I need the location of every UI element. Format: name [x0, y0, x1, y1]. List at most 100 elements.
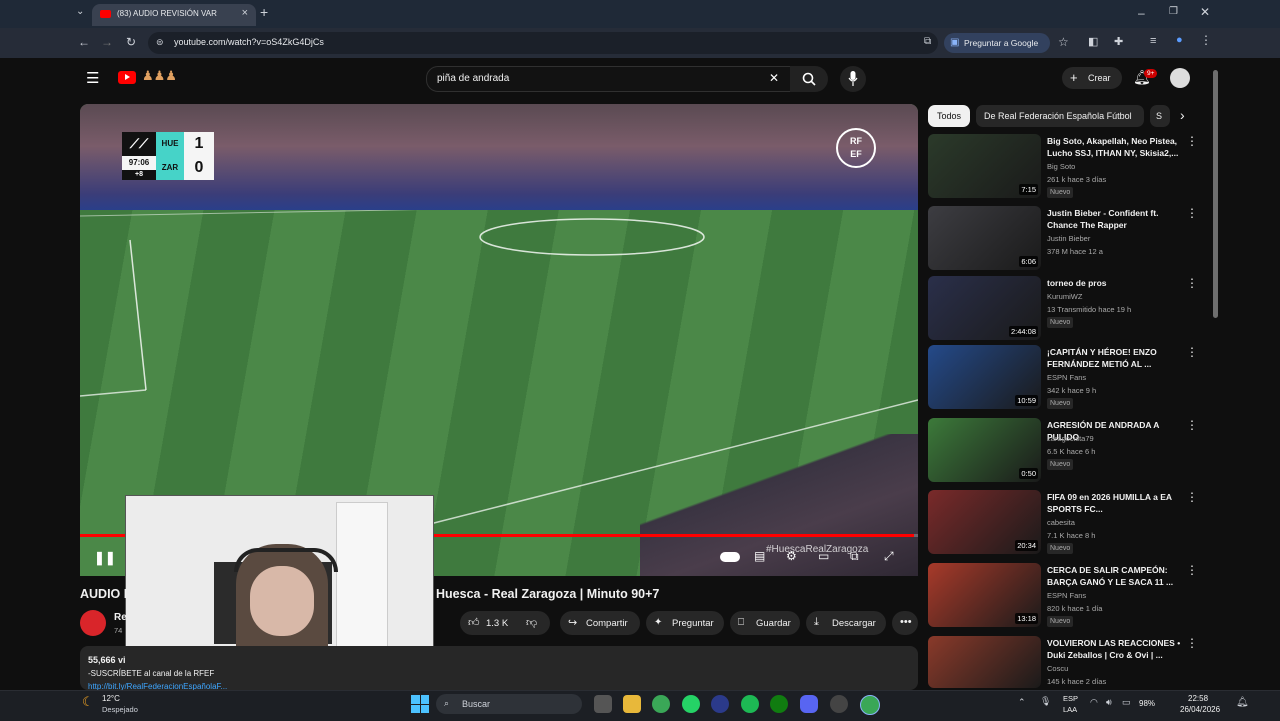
recommendation-thumbnail[interactable]: 0:50 [928, 418, 1041, 482]
notification-center-icon[interactable]: 🔔︎ [1236, 697, 1249, 708]
close-window-icon[interactable]: ✕ [1200, 5, 1210, 19]
chrome-icon[interactable] [652, 695, 670, 713]
hamburger-menu-icon[interactable]: ☰ [86, 69, 99, 87]
recommendation-item[interactable]: 20:34 FIFA 09 en 2026 HUMILLA a EA SPORTS… [928, 490, 1208, 556]
browser-tab[interactable]: (83) AUDIO REVISIÓN VAR × [92, 4, 256, 26]
more-actions-button[interactable]: ••• [892, 611, 918, 635]
recommendation-item[interactable]: 6:06 Justin Bieber - Confident ft. Chance… [928, 206, 1208, 272]
recommendation-title[interactable]: ¡CAPITÁN Y HÉROE! ENZO FERNÁNDEZ METIÓ A… [1047, 346, 1185, 370]
recommendation-channel[interactable]: Big Soto [1047, 162, 1075, 171]
whatsapp-icon[interactable] [682, 695, 700, 713]
volume-icon[interactable]: 🔊︎ [1106, 697, 1112, 708]
more-options-icon[interactable]: ⋮ [1186, 276, 1198, 290]
tray-chevron-icon[interactable]: ⌃ [1018, 697, 1026, 708]
voice-search-button[interactable] [840, 66, 866, 92]
chrome-active-icon[interactable] [860, 695, 880, 715]
recommendation-title[interactable]: Justin Bieber - Confident ft. Chance The… [1047, 207, 1185, 231]
recommendation-thumbnail[interactable]: 2:44:08 [928, 276, 1041, 340]
battery-icon[interactable]: ▭ [1122, 697, 1131, 708]
recommendation-title[interactable]: Big Soto, Akapellah, Neo Pistea, Lucho S… [1047, 135, 1185, 159]
recommendation-item[interactable]: 2:44:08 torneo de pros KurumiWZ 13 Transmit… [928, 276, 1208, 342]
autoplay-toggle[interactable] [720, 552, 740, 562]
recommendation-thumbnail[interactable]: 13:18 [928, 563, 1041, 627]
clear-search-icon[interactable]: ✕ [769, 71, 779, 85]
clock-date[interactable]: 26/04/2026 [1180, 705, 1220, 714]
more-options-icon[interactable]: ⋮ [1186, 134, 1198, 148]
pause-icon[interactable]: ❚❚ [94, 550, 116, 566]
recommendation-channel[interactable]: Coscu [1047, 664, 1068, 673]
recommendation-item[interactable]: 7:15 Big Soto, Akapellah, Neo Pistea, Luc… [928, 134, 1208, 200]
address-bar[interactable]: ⊜ youtube.com/watch?v=oS4ZkG4DjCs ⧉ [148, 32, 938, 54]
doodle-figures-icon[interactable]: ♟♟♟ [142, 68, 177, 84]
taskbar-search[interactable]: ⌕ Buscar [436, 694, 582, 714]
more-options-icon[interactable]: ⋮ [1186, 418, 1198, 432]
more-options-icon[interactable]: ⋮ [1186, 563, 1198, 577]
media-icon[interactable]: ≡ [1150, 35, 1156, 47]
extension-icon[interactable]: ◧ [1088, 35, 1098, 48]
obs-icon[interactable] [830, 695, 848, 713]
scrollbar-thumb[interactable] [1213, 70, 1218, 318]
file-explorer-icon[interactable] [623, 695, 641, 713]
site-info-icon[interactable]: ⊜ [156, 37, 164, 48]
more-options-icon[interactable]: ⋮ [1186, 206, 1198, 220]
recommendation-channel[interactable]: Justin Bieber [1047, 234, 1090, 243]
more-options-icon[interactable]: ⋮ [1186, 345, 1198, 359]
keyboard-layout[interactable]: LAA [1063, 705, 1077, 714]
wifi-icon[interactable]: ◠ [1090, 697, 1098, 708]
recommendation-thumbnail[interactable]: 20:34 [928, 490, 1041, 554]
search-button[interactable] [790, 66, 828, 92]
channel-avatar[interactable] [80, 610, 106, 636]
ask-google-button[interactable]: ▣ Preguntar a Google [944, 33, 1050, 53]
puzzle-icon[interactable]: ✚ [1114, 35, 1123, 48]
minimize-icon[interactable]: – [1138, 6, 1145, 20]
menu-dots-icon[interactable]: ⋮ [1200, 33, 1212, 47]
tab-search-icon[interactable]: ⌄ [76, 6, 84, 17]
bookmark-star-icon[interactable]: ☆ [1058, 35, 1069, 49]
xbox-icon[interactable] [770, 695, 788, 713]
recommendation-title[interactable]: VOLVIERON LAS REACCIONES • Duki Zeballos… [1047, 637, 1185, 661]
search-input[interactable]: piña de andrada ✕ [426, 66, 792, 92]
recommendation-channel[interactable]: zaragocista79 [1047, 434, 1094, 443]
recommendation-thumbnail[interactable]: 7:15 [928, 134, 1041, 198]
tray-mic-icon[interactable]: 🎙︎ [1040, 696, 1051, 707]
create-button[interactable]: + Crear [1062, 67, 1122, 89]
chip-more[interactable]: S [1150, 105, 1170, 127]
recommendation-title[interactable]: CERCA DE SALIR CAMPEÓN: BARÇA GANÓ Y LE … [1047, 564, 1185, 588]
recommendation-title[interactable]: torneo de pros [1047, 277, 1185, 289]
youtube-logo-icon[interactable] [118, 71, 136, 84]
dislike-icon[interactable]: 👎︎ [526, 616, 537, 629]
back-icon[interactable]: ← [78, 35, 90, 49]
download-button[interactable]: ⤓ Descargar [806, 611, 886, 635]
windows-start-icon[interactable] [411, 695, 429, 713]
chip-rfef[interactable]: De Real Federación Española Fútbol [976, 105, 1144, 127]
clock-time[interactable]: 22:58 [1188, 694, 1208, 703]
like-icon[interactable]: 👍︎ [468, 616, 480, 629]
avatar[interactable] [1170, 68, 1190, 88]
recommendation-thumbnail[interactable]: 10:59 [928, 345, 1041, 409]
weather-moon-icon[interactable]: ☾ [82, 694, 94, 710]
recommendation-thumbnail[interactable] [928, 636, 1041, 688]
profile-icon[interactable]: ● [1176, 34, 1183, 46]
chevron-right-icon[interactable]: › [1180, 107, 1185, 123]
subtitles-icon[interactable]: ▤ [754, 549, 765, 563]
keyboard-lang[interactable]: ESP [1063, 694, 1078, 703]
forward-icon[interactable]: → [101, 35, 113, 49]
share-button[interactable]: ↪ Compartir [560, 611, 640, 635]
fullscreen-icon[interactable]: ⤢ [884, 549, 894, 564]
more-options-icon[interactable]: ⋮ [1186, 636, 1198, 650]
reload-icon[interactable]: ↻ [126, 35, 136, 49]
recommendation-title[interactable]: FIFA 09 en 2026 HUMILLA a EA SPORTS FC..… [1047, 491, 1185, 515]
chip-todos[interactable]: Todos [928, 105, 970, 127]
save-button[interactable]: ⎕ Guardar [730, 611, 800, 635]
cast-icon[interactable]: ⧉ [924, 36, 931, 47]
recommendation-channel[interactable]: cabesita [1047, 518, 1075, 527]
description-box[interactable]: 55,666 vi -SUSCRÍBETE al canal de la RFE… [80, 646, 918, 691]
spotify-icon[interactable] [741, 695, 759, 713]
recommendation-item[interactable]: 0:50 AGRESIÓN DE ANDRADA A PULIDO zaragoci… [928, 418, 1208, 484]
more-options-icon[interactable]: ⋮ [1186, 490, 1198, 504]
recommendation-item[interactable]: 13:18 CERCA DE SALIR CAMPEÓN: BARÇA GANÓ … [928, 563, 1208, 629]
recommendation-item[interactable]: 10:59 ¡CAPITÁN Y HÉROE! ENZO FERNÁNDEZ ME… [928, 345, 1208, 411]
discord-icon[interactable] [800, 695, 818, 713]
maximize-icon[interactable]: ❐ [1169, 6, 1178, 17]
ask-button[interactable]: ✦ Preguntar [646, 611, 724, 635]
